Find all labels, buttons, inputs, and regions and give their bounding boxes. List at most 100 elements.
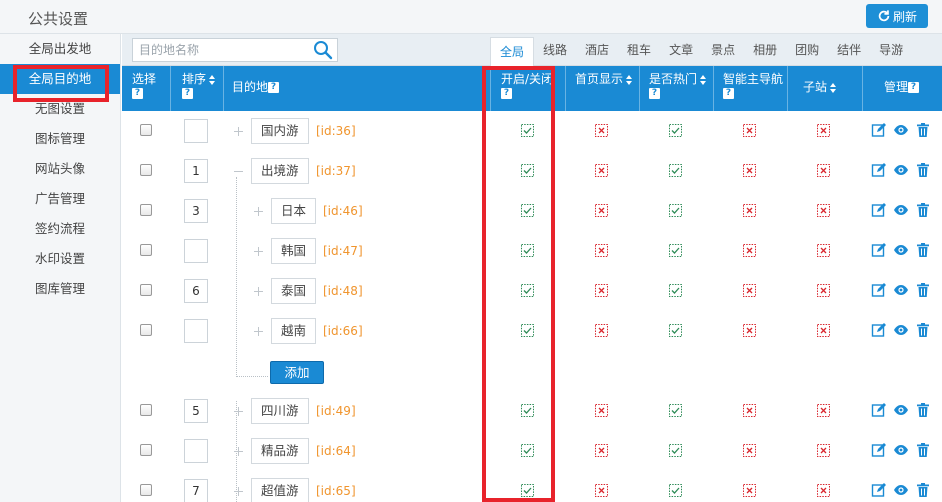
edit-icon[interactable] bbox=[871, 282, 887, 298]
col-order[interactable]: 排序 ? bbox=[182, 72, 216, 100]
order-input[interactable]: 3 bbox=[184, 199, 208, 223]
destination-name[interactable]: 超值游 bbox=[251, 478, 309, 502]
row-select-checkbox[interactable] bbox=[140, 164, 152, 176]
sidebar-item-destination[interactable]: 全局目的地 bbox=[0, 64, 120, 94]
homepage-status-cross-icon[interactable] bbox=[595, 284, 608, 297]
edit-icon[interactable] bbox=[871, 442, 887, 458]
open-close-status-check-icon[interactable] bbox=[521, 284, 534, 297]
order-input[interactable] bbox=[184, 319, 208, 343]
add-child-button[interactable]: 添加 bbox=[270, 361, 324, 384]
edit-icon[interactable] bbox=[871, 122, 887, 138]
destination-name[interactable]: 国内游 bbox=[251, 118, 309, 144]
hot-status-check-icon[interactable] bbox=[669, 404, 682, 417]
substation-status-cross-icon[interactable] bbox=[817, 484, 830, 497]
hot-status-check-icon[interactable] bbox=[669, 124, 682, 137]
sidebar-item-departure[interactable]: 全局出发地 bbox=[0, 34, 120, 64]
row-select-checkbox[interactable] bbox=[140, 484, 152, 496]
order-input[interactable]: 1 bbox=[184, 159, 208, 183]
row-select-checkbox[interactable] bbox=[140, 404, 152, 416]
homepage-status-cross-icon[interactable] bbox=[595, 444, 608, 457]
row-select-checkbox[interactable] bbox=[140, 244, 152, 256]
delete-icon[interactable] bbox=[915, 242, 931, 258]
homepage-status-cross-icon[interactable] bbox=[595, 204, 608, 217]
tab-companions[interactable]: 结伴 bbox=[828, 34, 870, 66]
edit-icon[interactable] bbox=[871, 322, 887, 338]
open-close-status-check-icon[interactable] bbox=[521, 444, 534, 457]
view-icon[interactable] bbox=[893, 242, 909, 258]
help-icon[interactable]: ? bbox=[182, 88, 193, 99]
expand-icon[interactable] bbox=[233, 446, 244, 457]
expand-icon[interactable] bbox=[253, 206, 264, 217]
view-icon[interactable] bbox=[893, 442, 909, 458]
open-close-status-check-icon[interactable] bbox=[521, 164, 534, 177]
open-close-status-check-icon[interactable] bbox=[521, 404, 534, 417]
open-close-status-check-icon[interactable] bbox=[521, 124, 534, 137]
help-icon[interactable]: ? bbox=[132, 88, 143, 99]
order-input[interactable]: 7 bbox=[184, 479, 208, 502]
order-input[interactable] bbox=[184, 439, 208, 463]
sort-icon[interactable] bbox=[626, 74, 633, 85]
tab-attractions[interactable]: 景点 bbox=[702, 34, 744, 66]
main-nav-status-cross-icon[interactable] bbox=[743, 284, 756, 297]
edit-icon[interactable] bbox=[871, 482, 887, 498]
homepage-status-cross-icon[interactable] bbox=[595, 244, 608, 257]
main-nav-status-cross-icon[interactable] bbox=[743, 484, 756, 497]
delete-icon[interactable] bbox=[915, 322, 931, 338]
collapse-icon[interactable] bbox=[233, 166, 244, 177]
delete-icon[interactable] bbox=[915, 202, 931, 218]
edit-icon[interactable] bbox=[871, 402, 887, 418]
open-close-status-check-icon[interactable] bbox=[521, 244, 534, 257]
help-icon[interactable]: ? bbox=[723, 88, 734, 99]
substation-status-cross-icon[interactable] bbox=[817, 244, 830, 257]
homepage-status-cross-icon[interactable] bbox=[595, 164, 608, 177]
expand-icon[interactable] bbox=[253, 286, 264, 297]
hot-status-check-icon[interactable] bbox=[669, 284, 682, 297]
col-homepage[interactable]: 首页显示 bbox=[575, 72, 633, 86]
tab-car-rental[interactable]: 租车 bbox=[618, 34, 660, 66]
delete-icon[interactable] bbox=[915, 482, 931, 498]
delete-icon[interactable] bbox=[915, 442, 931, 458]
destination-name[interactable]: 泰国 bbox=[271, 278, 317, 304]
hot-status-check-icon[interactable] bbox=[669, 444, 682, 457]
expand-icon[interactable] bbox=[233, 486, 244, 497]
destination-name[interactable]: 精品游 bbox=[251, 438, 309, 464]
view-icon[interactable] bbox=[893, 122, 909, 138]
tab-routes[interactable]: 线路 bbox=[534, 34, 576, 66]
hot-status-check-icon[interactable] bbox=[669, 484, 682, 497]
tab-articles[interactable]: 文章 bbox=[660, 34, 702, 66]
row-select-checkbox[interactable] bbox=[140, 124, 152, 136]
hot-status-check-icon[interactable] bbox=[669, 164, 682, 177]
delete-icon[interactable] bbox=[915, 282, 931, 298]
tab-hotels[interactable]: 酒店 bbox=[576, 34, 618, 66]
homepage-status-cross-icon[interactable] bbox=[595, 124, 608, 137]
view-icon[interactable] bbox=[893, 282, 909, 298]
help-icon[interactable]: ? bbox=[268, 82, 280, 93]
edit-icon[interactable] bbox=[871, 202, 887, 218]
col-hot[interactable]: 是否热门 ? bbox=[649, 72, 707, 100]
delete-icon[interactable] bbox=[915, 162, 931, 178]
help-icon[interactable]: ? bbox=[649, 88, 660, 99]
sidebar-item-no-image[interactable]: 无图设置 bbox=[0, 94, 120, 124]
order-input[interactable]: 5 bbox=[184, 399, 208, 423]
row-select-checkbox[interactable] bbox=[140, 324, 152, 336]
sidebar-item-ads[interactable]: 广告管理 bbox=[0, 184, 120, 214]
main-nav-status-cross-icon[interactable] bbox=[743, 204, 756, 217]
tab-group-buy[interactable]: 团购 bbox=[786, 34, 828, 66]
view-icon[interactable] bbox=[893, 202, 909, 218]
open-close-status-check-icon[interactable] bbox=[521, 204, 534, 217]
view-icon[interactable] bbox=[893, 162, 909, 178]
main-nav-status-cross-icon[interactable] bbox=[743, 444, 756, 457]
delete-icon[interactable] bbox=[915, 122, 931, 138]
hot-status-check-icon[interactable] bbox=[669, 244, 682, 257]
tab-guides[interactable]: 导游 bbox=[870, 34, 912, 66]
order-input[interactable]: 6 bbox=[184, 279, 208, 303]
order-input[interactable] bbox=[184, 119, 208, 143]
open-close-status-check-icon[interactable] bbox=[521, 324, 534, 337]
destination-name[interactable]: 出境游 bbox=[251, 158, 309, 184]
expand-icon[interactable] bbox=[233, 406, 244, 417]
destination-name[interactable]: 日本 bbox=[271, 198, 317, 224]
edit-icon[interactable] bbox=[871, 242, 887, 258]
sort-icon[interactable] bbox=[700, 74, 707, 85]
expand-icon[interactable] bbox=[253, 246, 264, 257]
delete-icon[interactable] bbox=[915, 402, 931, 418]
